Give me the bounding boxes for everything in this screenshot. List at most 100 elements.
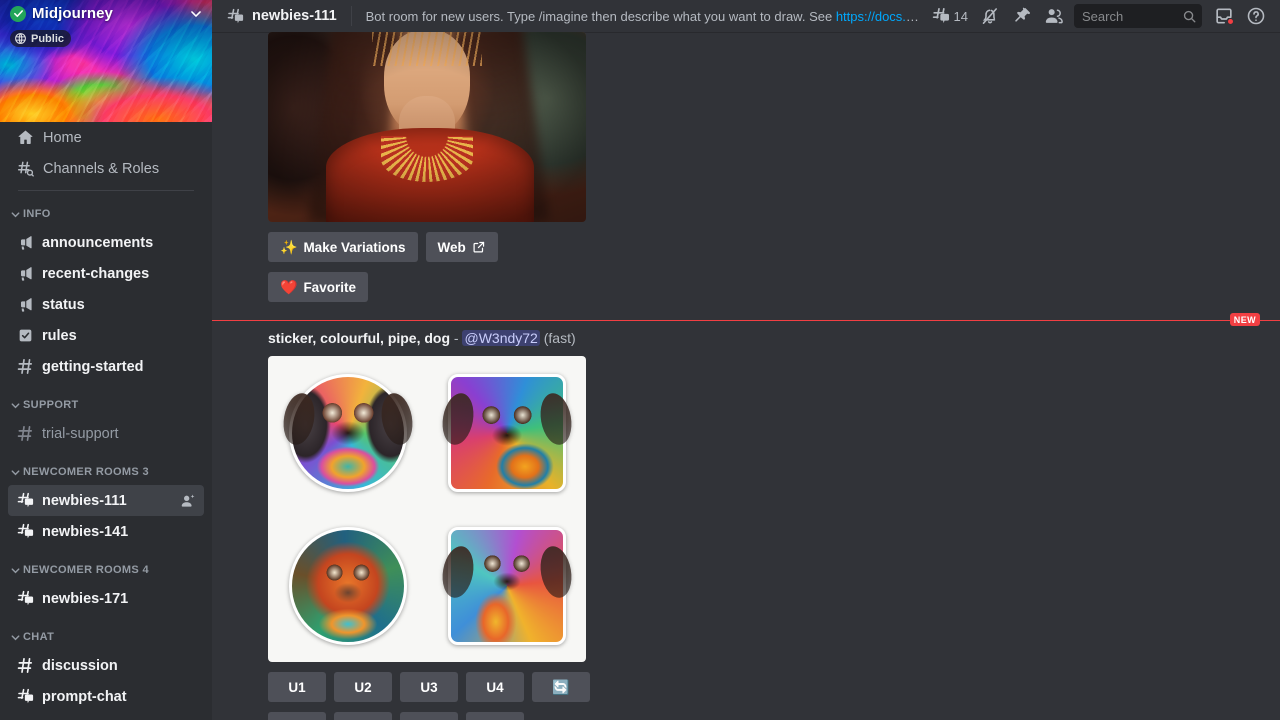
- variation-v3-button[interactable]: V3: [400, 712, 458, 720]
- channel-status-label: status: [42, 297, 85, 313]
- channel-trial-support[interactable]: trial-support: [8, 418, 204, 449]
- add-member-icon: [180, 493, 196, 509]
- make-variations-button[interactable]: ✨ Make Variations: [268, 232, 418, 262]
- user-mention[interactable]: @W3ndy72: [462, 330, 539, 346]
- home-icon: [16, 128, 35, 147]
- external-link-icon: [472, 240, 486, 254]
- variation-v2-button[interactable]: V2: [334, 712, 392, 720]
- dog-sticker-4: [448, 527, 566, 645]
- upscale-u1-button[interactable]: U1: [268, 672, 326, 702]
- upscale-u4-button[interactable]: U4: [466, 672, 524, 702]
- sidebar-item-newbies-111-label: newbies-111: [42, 493, 127, 509]
- server-name: Midjourney: [32, 5, 113, 22]
- announcement-icon: [16, 264, 35, 283]
- variation-v4-button[interactable]: V4: [466, 712, 524, 720]
- make-variations-label: Make Variations: [303, 240, 405, 255]
- upscale-u2-button[interactable]: U2: [334, 672, 392, 702]
- chevron-down-icon: [10, 400, 21, 411]
- notification-settings-button[interactable]: [974, 3, 1006, 29]
- channel-prompt-chat[interactable]: prompt-chat: [8, 681, 204, 712]
- sticker-ear-left: [279, 390, 318, 446]
- grid-cell-1[interactable]: [268, 356, 427, 509]
- sticker-ear-left: [438, 390, 477, 446]
- hash-thread-icon: [16, 589, 35, 608]
- hash-thread-icon: [226, 7, 245, 26]
- verified-check-icon: [10, 6, 26, 22]
- category-newcomer-rooms-4-label: NEWCOMER ROOMS 4: [23, 564, 149, 576]
- category-chat[interactable]: CHAT: [8, 624, 204, 650]
- hash-thread-icon: [16, 491, 35, 510]
- heart-emoji: ❤️: [280, 280, 297, 294]
- channel-recent-changes[interactable]: recent-changes: [8, 258, 204, 289]
- category-info-label: INFO: [23, 208, 51, 220]
- search-input[interactable]: Search: [1074, 4, 1202, 28]
- pin-icon: [1012, 6, 1032, 26]
- message-list: ✨ Make Variations Web ❤️ Favorite: [212, 32, 1280, 720]
- channel-recent-changes-label: recent-changes: [42, 266, 149, 282]
- channel-rules[interactable]: rules: [8, 320, 204, 351]
- category-newcomer-rooms-4[interactable]: NEWCOMER ROOMS 4: [8, 557, 204, 583]
- artwork-vignette: [268, 32, 586, 222]
- upscale-u2-label: U2: [354, 680, 371, 695]
- channel-status[interactable]: status: [8, 289, 204, 320]
- reroll-emoji: 🔄: [552, 680, 569, 694]
- sidebar-item-newbies-111[interactable]: newbies-111: [8, 485, 204, 516]
- grid-cell-4[interactable]: [427, 509, 586, 662]
- hash-thread-icon: [16, 687, 35, 706]
- channel-topic-link[interactable]: https://docs.midj...: [836, 9, 926, 24]
- chevron-down-icon: [10, 632, 21, 643]
- chevron-down-icon: [10, 209, 21, 220]
- category-chat-label: CHAT: [23, 631, 54, 643]
- grid-cell-2[interactable]: [427, 356, 586, 509]
- upscale-u3-button[interactable]: U3: [400, 672, 458, 702]
- web-button[interactable]: Web: [426, 232, 498, 262]
- threads-icon: [931, 6, 951, 26]
- category-newcomer-rooms-3-label: NEWCOMER ROOMS 3: [23, 466, 149, 478]
- channel-header: newbies-111 Bot room for new users. Type…: [212, 0, 1280, 32]
- threads-count: 14: [954, 9, 968, 24]
- sidebar-item-newbies-141[interactable]: newbies-141: [8, 516, 204, 547]
- server-header-row[interactable]: Midjourney: [10, 5, 204, 22]
- sidebar-item-newbies-171[interactable]: newbies-171: [8, 583, 204, 614]
- generation-speed: (fast): [544, 330, 576, 346]
- channel-discussion[interactable]: discussion: [8, 650, 204, 681]
- hash-icon: [16, 357, 35, 376]
- channel-header-title: newbies-111: [226, 7, 337, 26]
- category-support[interactable]: SUPPORT: [8, 392, 204, 418]
- member-list-button[interactable]: [1038, 3, 1070, 29]
- generated-image-portrait[interactable]: [268, 32, 586, 222]
- hash-thread-icon: [16, 522, 35, 541]
- announcement-icon: [16, 295, 35, 314]
- portrait-artwork: [268, 32, 586, 222]
- sidebar-item-channels-roles[interactable]: Channels & Roles: [8, 153, 204, 184]
- sidebar-item-newbies-141-label: newbies-141: [42, 524, 128, 540]
- channel-announcements-label: announcements: [42, 235, 153, 251]
- variation-v1-button[interactable]: V1: [268, 712, 326, 720]
- category-info[interactable]: INFO: [8, 201, 204, 227]
- rules-icon: [16, 326, 35, 345]
- inbox-button[interactable]: [1208, 3, 1240, 29]
- server-public-badge: Public: [10, 30, 71, 47]
- prompt-line: sticker, colourful, pipe, dog - @W3ndy72…: [268, 330, 1272, 346]
- threads-button[interactable]: 14: [929, 6, 974, 26]
- reroll-button[interactable]: 🔄: [532, 672, 590, 702]
- chevron-down-icon[interactable]: [188, 6, 204, 22]
- favorite-button[interactable]: ❤️ Favorite: [268, 272, 368, 302]
- channel-sidebar: Midjourney Public Home C: [0, 0, 212, 720]
- grid-cell-3[interactable]: [268, 509, 427, 662]
- chevron-down-icon: [10, 467, 21, 478]
- server-public-label: Public: [31, 33, 64, 45]
- pinned-messages-button[interactable]: [1006, 3, 1038, 29]
- server-banner[interactable]: Midjourney Public: [0, 0, 212, 122]
- sidebar-item-home[interactable]: Home: [8, 122, 204, 153]
- channel-announcements[interactable]: announcements: [8, 227, 204, 258]
- category-newcomer-rooms-3[interactable]: NEWCOMER ROOMS 3: [8, 459, 204, 485]
- generated-image-grid[interactable]: [268, 356, 586, 662]
- sidebar-item-newbies-171-label: newbies-171: [42, 591, 128, 607]
- help-button[interactable]: [1240, 3, 1272, 29]
- search-icon: [1182, 9, 1197, 24]
- announcement-icon: [16, 233, 35, 252]
- channel-getting-started[interactable]: getting-started: [8, 351, 204, 382]
- channel-topic[interactable]: Bot room for new users. Type /imagine th…: [366, 9, 926, 24]
- channel-rules-label: rules: [42, 328, 77, 344]
